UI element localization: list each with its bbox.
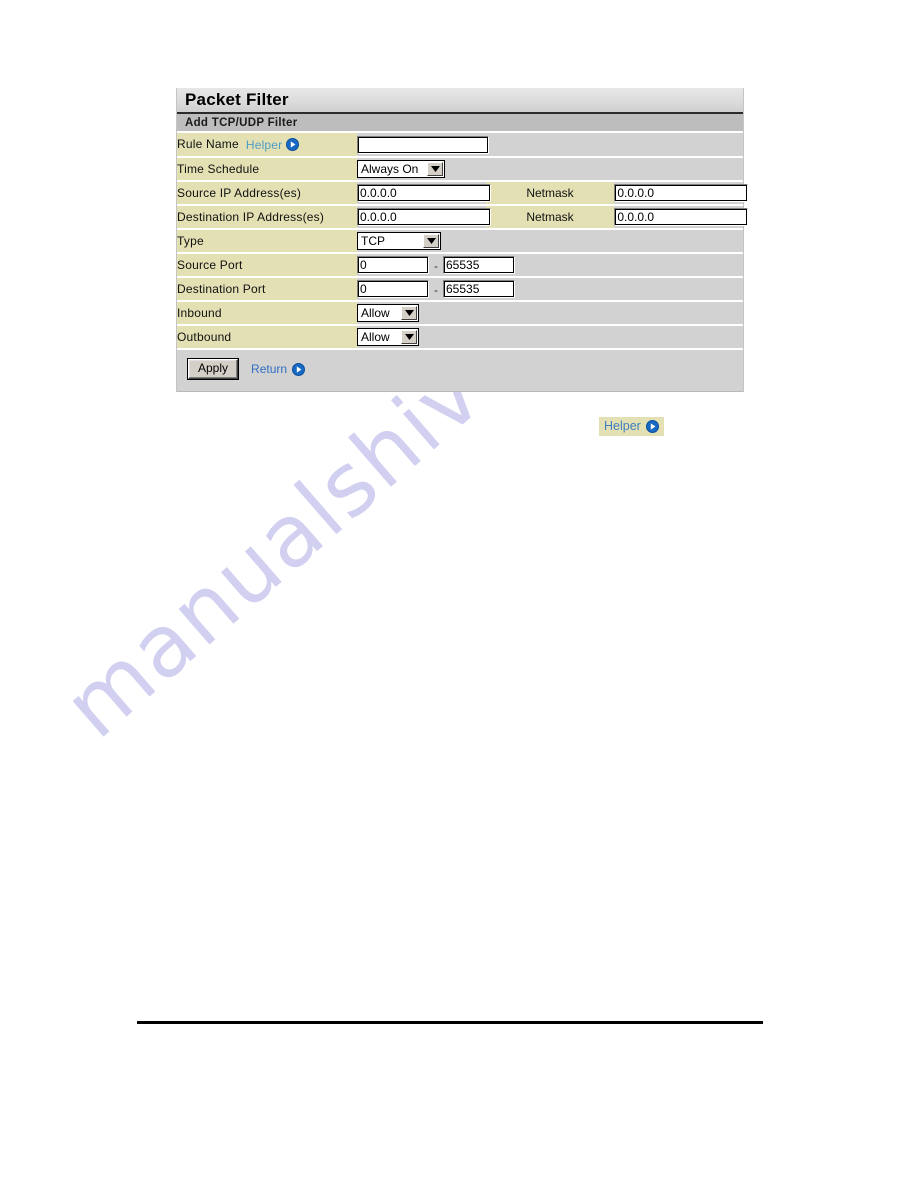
rule-name-label: Rule Name bbox=[177, 137, 239, 152]
source-port-label: Source Port bbox=[177, 258, 243, 272]
source-ip-label: Source IP Address(es) bbox=[177, 186, 302, 200]
apply-button[interactable]: Apply bbox=[186, 358, 240, 380]
inbound-selected-value: Allow bbox=[361, 306, 390, 320]
outbound-label-cell: Outbound bbox=[177, 325, 357, 350]
time-schedule-select[interactable]: Always On bbox=[357, 160, 445, 178]
destination-ip-label-cell: Destination IP Address(es) bbox=[177, 205, 357, 230]
chevron-down-icon bbox=[401, 330, 417, 344]
helper-callout-badge[interactable]: Helper bbox=[599, 417, 664, 436]
source-ip-label-cell: Source IP Address(es) bbox=[177, 181, 357, 206]
destination-ip-field-cell bbox=[357, 205, 491, 230]
destination-port-label-cell: Destination Port bbox=[177, 277, 357, 302]
chevron-down-icon bbox=[427, 162, 443, 176]
source-netmask-input[interactable] bbox=[614, 184, 749, 202]
source-port-field-cell: - bbox=[357, 253, 743, 278]
type-label-cell: Type bbox=[177, 229, 357, 254]
outbound-label: Outbound bbox=[177, 330, 232, 344]
time-schedule-label: Time Schedule bbox=[177, 162, 260, 176]
form-row-outbound: Outbound Allow bbox=[177, 325, 743, 350]
source-netmask-label: Netmask bbox=[526, 186, 574, 200]
packet-filter-form: Rule Name Helper Time Schedule Always On bbox=[177, 133, 749, 350]
form-row-source-port: Source Port - bbox=[177, 253, 743, 278]
page-title: Packet Filter bbox=[185, 90, 289, 109]
destination-netmask-field-cell bbox=[614, 205, 749, 230]
panel-bottom-edge bbox=[177, 388, 743, 392]
chevron-down-icon bbox=[401, 306, 417, 320]
form-row-inbound: Inbound Allow bbox=[177, 301, 743, 326]
rule-name-label-cell: Rule Name Helper bbox=[177, 133, 357, 158]
return-link[interactable]: Return bbox=[251, 362, 306, 376]
source-netmask-field-cell bbox=[614, 181, 749, 206]
play-circle-icon bbox=[645, 419, 659, 433]
type-selected-value: TCP bbox=[361, 234, 385, 248]
destination-netmask-label: Netmask bbox=[526, 210, 574, 224]
helper-badge-label: Helper bbox=[604, 419, 641, 433]
rule-name-input[interactable] bbox=[357, 135, 489, 154]
time-schedule-selected-value: Always On bbox=[361, 162, 419, 176]
source-port-label-cell: Source Port bbox=[177, 253, 357, 278]
inbound-label: Inbound bbox=[177, 306, 222, 320]
section-title: Add TCP/UDP Filter bbox=[185, 116, 298, 129]
type-field-cell: TCP bbox=[357, 229, 743, 254]
type-select[interactable]: TCP bbox=[357, 232, 441, 250]
destination-ip-label: Destination IP Address(es) bbox=[177, 210, 325, 224]
type-label: Type bbox=[177, 234, 204, 248]
form-row-destination-ip: Destination IP Address(es) Netmask bbox=[177, 205, 749, 230]
page-watermark: manualshive.com bbox=[46, 164, 820, 870]
page-footer-rule bbox=[137, 1021, 763, 1024]
rule-name-helper-link[interactable]: Helper bbox=[246, 138, 300, 152]
inbound-select[interactable]: Allow bbox=[357, 304, 419, 322]
source-port-range-separator: - bbox=[434, 258, 438, 273]
destination-port-range-separator: - bbox=[434, 282, 438, 297]
inbound-label-cell: Inbound bbox=[177, 301, 357, 326]
destination-netmask-input[interactable] bbox=[614, 208, 749, 226]
source-netmask-label-cell: Netmask bbox=[485, 181, 615, 206]
source-ip-field-cell bbox=[357, 181, 491, 206]
outbound-select[interactable]: Allow bbox=[357, 328, 419, 346]
form-actions: Apply Return bbox=[177, 350, 743, 388]
form-row-rule-name: Rule Name Helper bbox=[177, 133, 743, 158]
play-circle-icon bbox=[292, 362, 306, 376]
destination-netmask-label-cell: Netmask bbox=[485, 205, 615, 230]
source-port-to-input[interactable] bbox=[443, 256, 515, 274]
form-row-time-schedule: Time Schedule Always On bbox=[177, 157, 743, 182]
inbound-field-cell: Allow bbox=[357, 301, 743, 326]
panel-subheader: Add TCP/UDP Filter bbox=[177, 114, 743, 133]
return-link-label: Return bbox=[251, 362, 288, 376]
form-row-type: Type TCP bbox=[177, 229, 743, 254]
packet-filter-panel: Packet Filter Add TCP/UDP Filter Rule Na… bbox=[176, 88, 749, 392]
form-row-source-ip: Source IP Address(es) Netmask bbox=[177, 181, 749, 206]
destination-port-label: Destination Port bbox=[177, 282, 266, 296]
time-schedule-field-cell: Always On bbox=[357, 157, 743, 182]
panel-title-bar: Packet Filter bbox=[177, 88, 743, 114]
time-schedule-label-cell: Time Schedule bbox=[177, 157, 357, 182]
destination-ip-input[interactable] bbox=[357, 208, 491, 226]
source-ip-input[interactable] bbox=[357, 184, 491, 202]
play-circle-icon bbox=[286, 138, 300, 152]
outbound-field-cell: Allow bbox=[357, 325, 743, 350]
destination-port-field-cell: - bbox=[357, 277, 743, 302]
rule-name-field-cell bbox=[357, 133, 743, 158]
form-row-destination-port: Destination Port - bbox=[177, 277, 743, 302]
helper-link-label: Helper bbox=[245, 137, 283, 152]
destination-port-from-input[interactable] bbox=[357, 280, 429, 298]
outbound-selected-value: Allow bbox=[361, 330, 390, 344]
destination-port-to-input[interactable] bbox=[443, 280, 515, 298]
source-port-from-input[interactable] bbox=[357, 256, 429, 274]
chevron-down-icon bbox=[423, 234, 439, 248]
